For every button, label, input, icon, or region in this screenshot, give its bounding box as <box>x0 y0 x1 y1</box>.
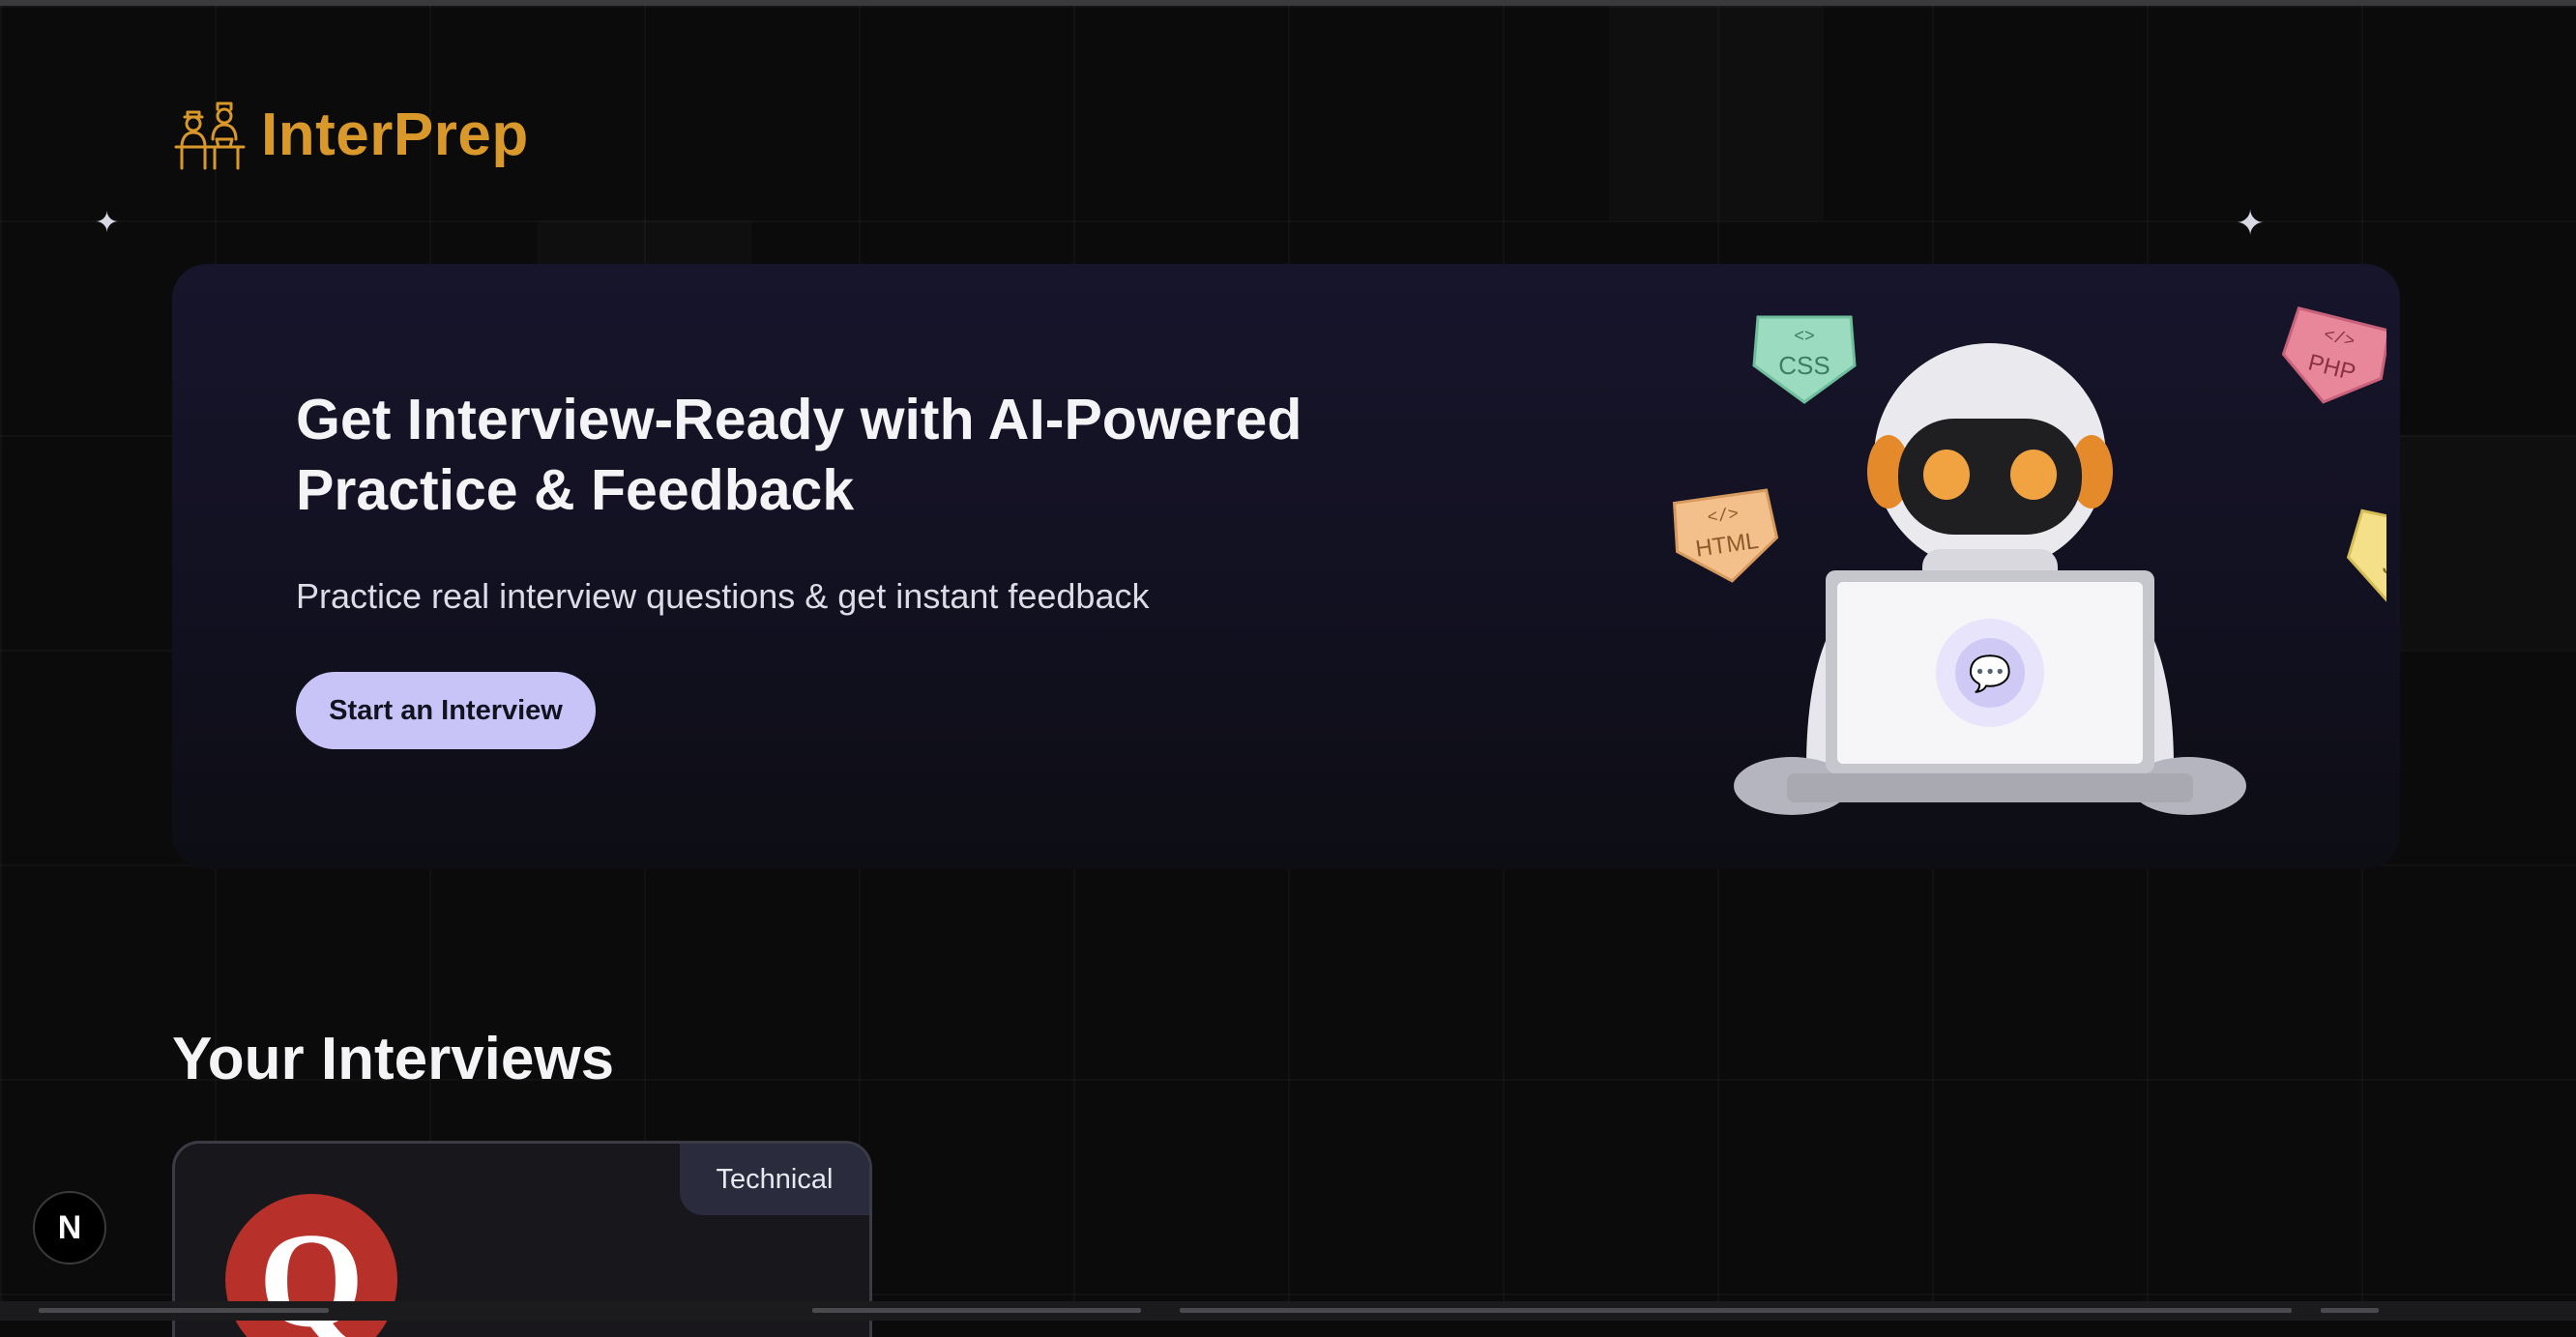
hero-subtitle: Practice real interview questions & get … <box>296 576 1149 617</box>
svg-text:<>: <> <box>1794 328 1815 347</box>
css-badge: <> CSS <box>1754 317 1855 402</box>
nextjs-icon[interactable]: N <box>33 1191 106 1264</box>
hero-banner: Get Interview-Ready with AI-Powered Prac… <box>172 264 2400 869</box>
js-badge: </> JS <box>2341 510 2386 615</box>
status-segment <box>1180 1308 2292 1313</box>
css-badge-label: CSS <box>1778 351 1830 380</box>
robot-with-laptop-illustration: <> CSS </> PHP </> HTML </> JS <box>1497 303 2386 863</box>
status-bar <box>0 1301 2576 1321</box>
chat-bubble-icon: 💬 <box>1969 654 2012 693</box>
start-interview-button[interactable]: Start an Interview <box>296 672 596 749</box>
section-title: Your Interviews <box>172 1025 614 1093</box>
sparkle-icon: ✦ <box>2236 206 2265 241</box>
background-tile <box>1609 6 1824 220</box>
php-badge: </> PHP <box>2274 307 2386 415</box>
brand-name: InterPrep <box>261 101 529 169</box>
brand-logo[interactable]: InterPrep <box>172 97 529 172</box>
status-segment <box>39 1308 329 1313</box>
status-segment <box>812 1308 1141 1313</box>
status-segment <box>2321 1308 2379 1313</box>
sparkle-icon: ✦ <box>95 209 119 238</box>
laptop: 💬 <box>1787 570 2193 802</box>
html-badge: </> HTML <box>1671 490 1782 589</box>
interview-type-badge: Technical <box>680 1144 869 1215</box>
interviewers-icon <box>172 97 248 172</box>
hero-title: Get Interview-Ready with AI-Powered Prac… <box>296 385 1360 526</box>
